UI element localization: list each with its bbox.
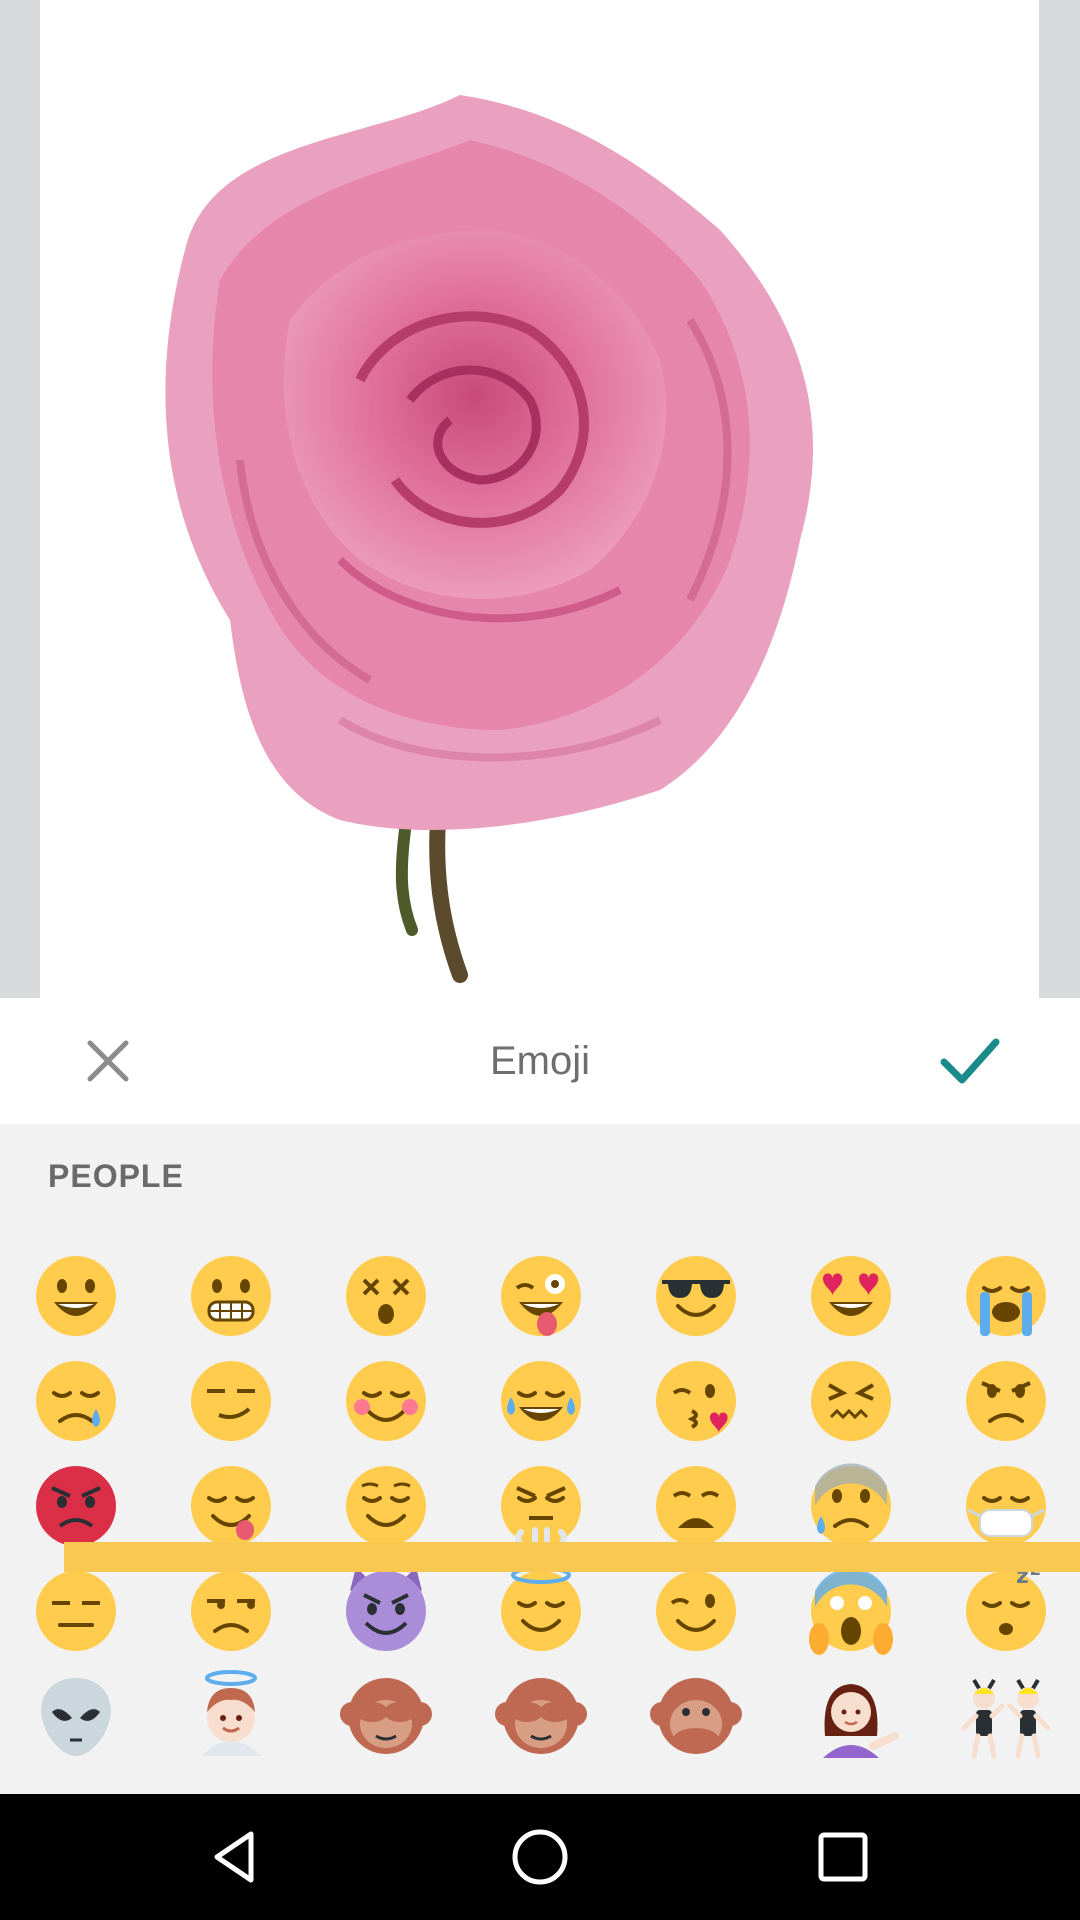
emoji-button[interactable]	[801, 1351, 901, 1451]
emoji-button[interactable]	[26, 1351, 126, 1451]
angel-icon	[201, 1670, 261, 1756]
wink-icon	[656, 1571, 736, 1651]
back-button[interactable]	[203, 1822, 273, 1892]
hear-no-evil-monkey-icon	[495, 1678, 587, 1754]
emoji-row	[0, 1246, 1080, 1351]
expressionless-icon	[36, 1571, 116, 1651]
emoji-button[interactable]	[26, 1456, 126, 1556]
emoji-button[interactable]	[646, 1246, 746, 1346]
blush-icon	[346, 1361, 426, 1441]
emoji-button[interactable]	[801, 1561, 901, 1661]
heart-eyes-icon	[811, 1256, 891, 1336]
emoji-button[interactable]: zz	[956, 1561, 1056, 1661]
emoji-panel[interactable]: PEOPLE zz	[0, 1124, 1080, 1794]
emoji-button[interactable]	[801, 1666, 901, 1766]
emoji-button[interactable]	[646, 1561, 746, 1661]
alien-icon	[41, 1678, 111, 1756]
relieved-icon	[346, 1466, 426, 1546]
emoji-button[interactable]	[26, 1561, 126, 1661]
emoji-button[interactable]	[491, 1246, 591, 1346]
sunglasses-icon	[656, 1256, 736, 1336]
section-label: PEOPLE	[48, 1158, 184, 1194]
emoji-button[interactable]	[491, 1351, 591, 1451]
weary-icon	[656, 1466, 736, 1546]
emoji-row	[0, 1351, 1080, 1456]
confounded-icon	[811, 1361, 891, 1441]
recents-square-icon	[818, 1832, 868, 1882]
confirm-button[interactable]	[930, 1026, 1010, 1096]
information-desk-person-icon	[823, 1684, 899, 1758]
photo-canvas[interactable]	[40, 0, 1039, 998]
emoji-button[interactable]	[26, 1666, 126, 1766]
check-icon	[940, 1038, 1000, 1084]
emoji-row: zz	[0, 1561, 1080, 1666]
emoji-button[interactable]	[181, 1561, 281, 1661]
emoji-button[interactable]	[801, 1456, 901, 1556]
recents-button[interactable]	[808, 1822, 878, 1892]
emoji-button[interactable]	[956, 1351, 1056, 1451]
emoji-button[interactable]	[26, 1246, 126, 1346]
emoji-button[interactable]	[336, 1351, 436, 1451]
emoji-button[interactable]	[336, 1666, 436, 1766]
emoji-button[interactable]	[336, 1456, 436, 1556]
home-button[interactable]	[505, 1822, 575, 1892]
dancers-icon	[961, 1678, 1051, 1759]
unamused-icon	[191, 1571, 271, 1651]
back-triangle-icon	[214, 1831, 254, 1883]
tears-of-joy-icon	[501, 1361, 581, 1441]
emoji-button[interactable]	[646, 1456, 746, 1556]
grimacing-icon	[191, 1256, 271, 1336]
loudly-crying-icon	[966, 1256, 1046, 1336]
scream-icon	[809, 1568, 893, 1655]
emoji-button[interactable]	[956, 1666, 1056, 1766]
pink-rose-image	[165, 95, 814, 983]
emoji-button[interactable]	[956, 1246, 1056, 1346]
photo-area	[0, 0, 1080, 998]
home-circle-icon	[512, 1829, 568, 1885]
editor-header: Emoji	[0, 998, 1080, 1124]
sleeping-icon: zz	[966, 1561, 1046, 1651]
emoji-button[interactable]	[646, 1351, 746, 1451]
see-no-evil-monkey-icon	[340, 1678, 432, 1754]
page-title: Emoji	[489, 1039, 591, 1083]
emoji-button[interactable]	[336, 1246, 436, 1346]
pouting-icon	[36, 1466, 116, 1546]
smiling-imp-icon	[346, 1567, 426, 1651]
emoji-button[interactable]	[491, 1456, 591, 1556]
yum-icon	[191, 1466, 271, 1546]
emoji-button[interactable]	[181, 1456, 281, 1556]
dizzy-face-icon	[346, 1256, 426, 1336]
emoji-button[interactable]	[491, 1561, 591, 1661]
emoji-button[interactable]	[181, 1666, 281, 1766]
winking-tongue-icon	[501, 1256, 581, 1336]
triumph-icon	[501, 1466, 581, 1547]
emoji-button[interactable]	[801, 1246, 901, 1346]
speak-no-evil-monkey-icon	[650, 1678, 742, 1754]
sleepy-icon	[36, 1361, 116, 1441]
smirk-icon	[191, 1361, 271, 1441]
emoji-button[interactable]	[336, 1561, 436, 1661]
emoji-button[interactable]	[491, 1666, 591, 1766]
emoji-button[interactable]	[956, 1456, 1056, 1556]
system-nav-bar	[0, 1794, 1080, 1920]
angry-icon	[966, 1361, 1046, 1441]
innocent-icon	[501, 1566, 581, 1651]
emoji-button[interactable]	[181, 1351, 281, 1451]
emoji-button[interactable]	[646, 1666, 746, 1766]
emoji-row	[0, 1666, 1080, 1771]
mask-icon	[966, 1466, 1046, 1546]
smiley-icon	[36, 1256, 116, 1336]
kissing-heart-icon	[656, 1361, 736, 1441]
emoji-button[interactable]	[181, 1246, 281, 1346]
scroll-slider[interactable]	[64, 1542, 1080, 1572]
cold-sweat-icon	[811, 1463, 891, 1546]
